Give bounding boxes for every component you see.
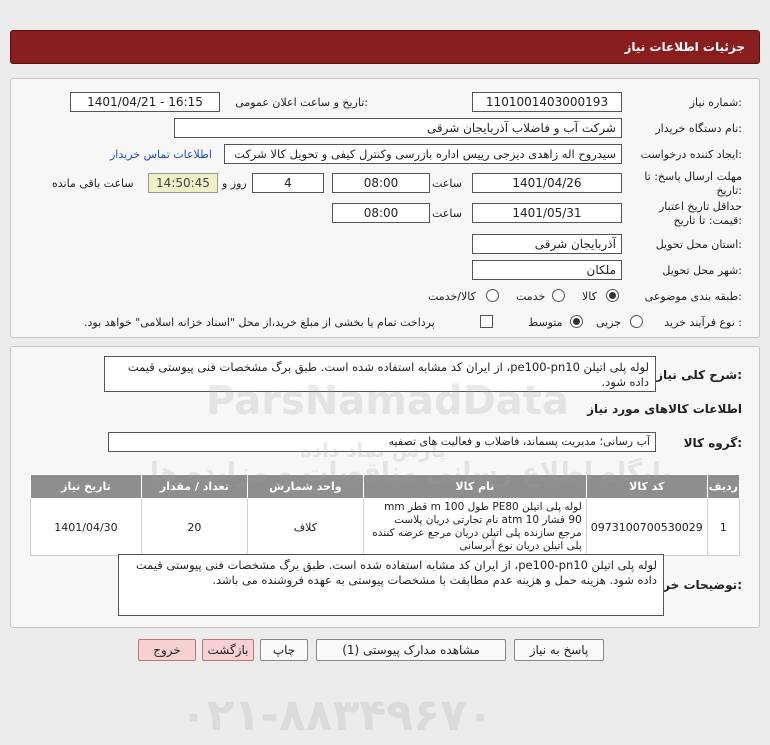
purchase-radio-minor[interactable] [630,315,643,328]
purchase-option-medium: متوسط [528,316,563,329]
buyer-notes-textbox: لوله پلی اتیلن pe100-pn10، از ایران کد م… [118,554,664,616]
city-label: شهر محل تحویل: [662,264,742,277]
validity-time-field: 08:00 [332,203,430,223]
contact-buyer-link[interactable]: اطلاعات تماس خریدار [110,148,212,161]
goods-section-title: اطلاعات کالاهای مورد نیاز [587,402,742,416]
cell-code: 0973100700530029 [585,498,708,556]
validity-label-date: قیمت: تا تاریخ: [673,214,742,227]
col-index: ردیف [706,474,741,499]
validity-label: حداقل تاریخ اعتبار [658,200,742,213]
category-radio-goods[interactable] [606,289,619,302]
buyer-field: شرکت آب و فاضلاب آذربایجان شرقی [174,118,622,138]
category-label: طبقه بندی موضوعی: [644,290,742,303]
cell-name: لوله پلی اتیلن PE80 طول m 100 قطر mm 90 … [362,498,587,556]
announce-field: 1401/04/21 - 16:15 [70,92,220,112]
province-field: آذربایجان شرقی [472,234,622,254]
deadline-label: مهلت ارسال پاسخ: تا [644,170,742,183]
category-option-goods: کالا [582,290,597,303]
buyer-label: نام دستگاه خریدار: [655,122,742,135]
col-unit: واحد شمارش [246,474,364,499]
col-code: کد کالا [585,474,708,499]
cell-index: 1 [706,498,741,556]
print-button[interactable]: چاپ [260,639,308,661]
reply-button[interactable]: پاسخ به نیاز [514,639,604,661]
watermark-phone: ۰۲۱-۸۸۳۴۹۶۷۰ [180,690,494,741]
treasury-payment-checkbox[interactable] [480,315,493,328]
goods-table-header: ردیف کد کالا نام کالا واحد شمارش تعداد /… [30,474,741,499]
goods-group-label: گروه کالا: [683,436,742,450]
purchase-option-minor: جزیی [596,316,622,329]
exit-button[interactable]: خروج [138,639,196,661]
province-label: استان محل تحویل: [655,238,742,251]
col-name: نام کالا [362,474,587,499]
view-attachments-button[interactable]: مشاهده مدارک پیوستی (1) [316,639,506,661]
treasury-payment-note: پرداخت تمام یا بخشی از مبلغ خرید،از محل … [84,316,435,329]
requester-field: سیدروح اله زاهدی دیزجی رییس اداره بازرسی… [224,144,622,164]
back-button[interactable]: بازگشت [202,639,254,661]
goods-group-field: آب رسانی؛ مدیریت پسماند، فاضلاب و فعالیت… [108,432,656,452]
announce-label: تاریخ و ساعت اعلان عمومی: [235,96,368,109]
need-number-field: 1101001403000193 [472,92,622,112]
deadline-time-label: ساعت [432,177,462,190]
summary-textbox: لوله پلی اتیلن pe100-pn10، از ایران کد م… [104,356,656,392]
category-option-goods-service: کالا/خدمت [428,290,476,303]
validity-date-field: 1401/05/31 [472,203,622,223]
days-label: روز و [222,177,247,190]
need-number-label: شماره نیاز: [689,96,742,109]
city-field: ملکان [472,260,622,280]
deadline-date-field: 1401/04/26 [472,173,622,193]
deadline-time-field: 08:00 [332,173,430,193]
page-header: جزئیات اطلاعات نیاز [10,30,760,64]
summary-label: شرح کلی نیاز: [656,368,742,382]
remaining-time-field: 14:50:45 [148,173,218,193]
days-field: 4 [252,173,324,193]
col-date: تاریخ نیاز [30,474,142,499]
page-title: جزئیات اطلاعات نیاز [624,40,745,54]
cell-date: 1401/04/30 [30,498,142,556]
category-radio-service[interactable] [552,289,565,302]
remaining-label: ساعت باقی مانده [52,177,134,190]
purchase-type-label: نوع فرآیند خرید : [664,316,742,329]
goods-table: ردیف کد کالا نام کالا واحد شمارش تعداد /… [30,474,741,556]
goods-table-wrapper: ردیف کد کالا نام کالا واحد شمارش تعداد /… [30,474,741,556]
cell-qty: 20 [140,498,248,556]
purchase-radio-medium[interactable] [570,315,583,328]
col-qty: تعداد / مقدار [140,474,248,499]
category-option-service: خدمت [516,290,546,303]
requester-label: ایجاد کننده درخواست: [640,148,742,161]
deadline-label-date: تاریخ: [716,184,742,197]
category-radio-goods-service[interactable] [486,289,499,302]
validity-time-label: ساعت [432,207,462,220]
table-row[interactable]: 1 0973100700530029 لوله پلی اتیلن PE80 ط… [30,498,741,556]
cell-unit: کلاف [246,498,364,556]
